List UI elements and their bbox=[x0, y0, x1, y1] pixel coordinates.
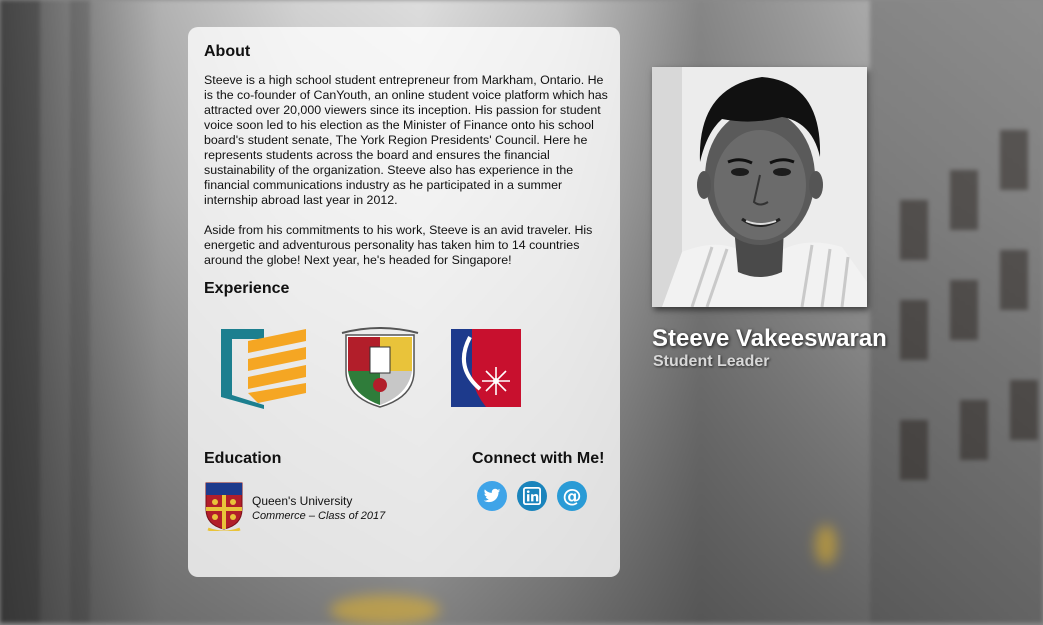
experience-heading: Experience bbox=[204, 280, 290, 297]
connect-heading: Connect with Me! bbox=[472, 450, 605, 467]
building-window bbox=[1000, 130, 1028, 190]
street-light-glow bbox=[330, 595, 440, 625]
degree-detail: Commerce – Class of 2017 bbox=[252, 510, 386, 522]
school-name: Queen's University bbox=[252, 494, 353, 508]
building-window bbox=[960, 400, 988, 460]
about-paragraph-1: Steeve is a high school student entrepre… bbox=[204, 73, 608, 207]
building-window bbox=[950, 280, 978, 340]
about-heading: About bbox=[204, 43, 251, 60]
profile-role: Student Leader bbox=[653, 353, 770, 370]
building-shadow bbox=[70, 0, 90, 623]
twitter-icon bbox=[483, 488, 501, 503]
email-icon: @ bbox=[562, 484, 582, 507]
profile-name: Steeve Vakeeswaran bbox=[652, 325, 887, 352]
queens-crest-icon bbox=[205, 482, 243, 531]
building-window bbox=[900, 200, 928, 260]
email-link[interactable]: @ bbox=[557, 481, 587, 511]
building-window bbox=[1010, 380, 1038, 440]
building-shadow bbox=[0, 0, 40, 623]
canyouth-logo-icon[interactable] bbox=[218, 327, 308, 409]
internship-logo-icon[interactable] bbox=[450, 327, 522, 409]
building-window bbox=[900, 420, 928, 480]
building-window bbox=[900, 300, 928, 360]
traffic-light-glow bbox=[815, 525, 837, 565]
linkedin-link[interactable] bbox=[517, 481, 547, 511]
building-window bbox=[950, 170, 978, 230]
linkedin-icon bbox=[523, 487, 541, 505]
profile-photo bbox=[652, 67, 867, 307]
twitter-link[interactable] bbox=[477, 481, 507, 511]
info-card: About Steeve is a high school student en… bbox=[188, 27, 620, 577]
school-crest-icon[interactable] bbox=[340, 327, 420, 409]
about-paragraph-2: Aside from his commitments to his work, … bbox=[204, 223, 593, 267]
profile-photo-image bbox=[652, 67, 867, 307]
building-window bbox=[1000, 250, 1028, 310]
education-heading: Education bbox=[204, 450, 282, 467]
